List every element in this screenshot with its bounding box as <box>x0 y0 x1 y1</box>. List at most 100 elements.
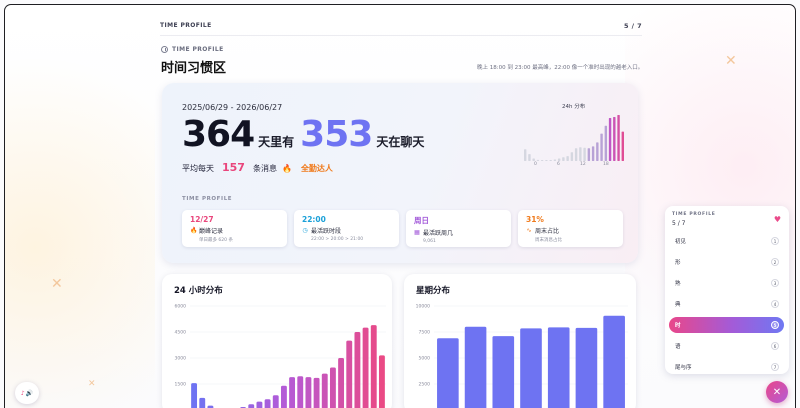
mini-bar <box>591 146 595 161</box>
average-row: 平均每天 157 条消息 🔥 全勤达人 <box>182 161 333 174</box>
section-hint: 晚上 18:00 到 23:00 最高峰，22:00 像一个准时出现的越老入口。 <box>477 65 644 71</box>
heart-icon[interactable]: ♥ <box>774 215 781 224</box>
close-button[interactable]: ✕ <box>766 381 788 403</box>
mini-bar <box>604 125 608 161</box>
chart-bar <box>272 395 279 408</box>
weekday-bar-chart: 025005000750010000周一周二周三周四周五周六周日 <box>416 304 628 408</box>
toc-item[interactable]: 形2 <box>669 254 784 270</box>
stat-card-subtitle: 9,061 <box>423 239 436 244</box>
chart-bar <box>520 328 542 408</box>
toc-item-label: 时 <box>675 323 681 329</box>
clock-icon <box>161 46 168 53</box>
toc-item[interactable]: 时5 <box>669 317 784 333</box>
toc-item[interactable]: 典4 <box>669 296 784 312</box>
music-toggle-button[interactable]: ♪ 🔊 <box>15 382 39 404</box>
stat-card: 12/27 🔥 巅峰记录单日最多 620 条 <box>182 210 287 247</box>
avg-prefix: 平均每天 <box>182 164 214 173</box>
page-counter: 5 / 7 <box>624 21 642 30</box>
music-note-icon: ♪ <box>20 389 25 397</box>
stat-card: 22:00 ◷ 最活跃时段 22:00 > 20:00 > 21:00 <box>294 210 399 247</box>
date-range: 2025/06/29 - 2026/06/27 <box>182 103 283 112</box>
toc-item-number: 4 <box>771 300 779 308</box>
avg-value: 157 <box>222 161 245 174</box>
stat-card-title: 巅峰记录 <box>199 228 224 235</box>
mini-bar <box>557 158 561 161</box>
background-glow-left <box>5 5 155 408</box>
active-days: 353 <box>300 114 373 155</box>
pulse-icon: ∿ <box>526 226 532 234</box>
mini-tick-label: 0 <box>534 162 537 167</box>
chart-bar <box>575 327 598 408</box>
toc-item[interactable]: 初见 1 <box>669 233 784 249</box>
chart-bar <box>289 377 296 408</box>
sparkle-icon: ✕ <box>88 379 96 389</box>
y-tick-label: 4500 <box>175 330 187 336</box>
attendance-badge: 全勤达人 <box>300 164 333 173</box>
calendar-icon: ▦ <box>414 228 420 236</box>
toc-item-label: 语 <box>675 344 681 350</box>
stat-card-value: 周日 <box>414 216 429 225</box>
y-tick-label: 3000 <box>175 356 187 362</box>
total-days: 364 <box>182 114 255 155</box>
toc-item[interactable]: 尾与序 7 <box>669 359 784 375</box>
stat-card-value: 31% <box>526 215 544 224</box>
chart-bar <box>492 336 515 408</box>
y-tick-label: 7500 <box>419 330 431 336</box>
chart-bar <box>346 340 353 408</box>
toc-item[interactable]: 语6 <box>669 338 784 354</box>
mini-bar <box>532 158 535 161</box>
mini-bar <box>536 159 540 161</box>
stat-cards: 12/27 🔥 巅峰记录 单日最多 620 条 22:00 ◷ 最活跃时段 22:00 > 2… <box>182 210 623 247</box>
chart-bar <box>378 355 385 408</box>
mini-bar <box>613 116 616 161</box>
hourly-chart-card: 24 小时分布 01500300045006000012345678910111… <box>162 274 392 408</box>
toc-item-number: 5 <box>771 321 779 329</box>
chart-bar <box>248 404 255 408</box>
chart-bar <box>464 326 487 408</box>
mini-bar <box>553 159 557 161</box>
clock-icon: ◷ <box>302 226 308 234</box>
y-tick-label: 6000 <box>175 304 187 310</box>
mini-bar <box>621 131 624 161</box>
toc-item-number: 6 <box>771 342 779 350</box>
chart-bar <box>191 383 198 408</box>
mini-bar <box>570 152 574 161</box>
fire-icon: 🔥 <box>190 226 198 234</box>
active-days-unit: 天在聊天 <box>376 135 425 149</box>
total-days-unit: 天里有 <box>258 135 295 149</box>
mini-bar <box>574 148 578 161</box>
chart-bar <box>264 399 271 408</box>
stat-card-value: 12/27 <box>190 215 214 224</box>
mini-bar <box>583 147 586 161</box>
y-tick-label: 2500 <box>419 382 431 388</box>
mini-bar <box>579 147 582 161</box>
stat-card-title: 周末占比 <box>535 228 560 235</box>
chart-bar <box>199 397 206 408</box>
toc-item-label: 典 <box>675 302 681 308</box>
close-icon: ✕ <box>772 386 782 398</box>
chart-bar <box>313 377 320 408</box>
toc-item-label: 尾与序 <box>675 365 692 371</box>
chart-bar <box>321 373 328 408</box>
mini-bar <box>608 117 612 161</box>
toc-item-number: 1 <box>771 237 779 245</box>
toc-item-number: 7 <box>771 363 779 371</box>
stat-card-value: 22:00 <box>302 215 326 224</box>
chart-bar <box>437 338 459 408</box>
toc-item-label: 初见 <box>675 239 687 245</box>
hourly-bar-chart: 0150030004500600001234567891011121314151… <box>175 304 386 408</box>
chart-bar <box>354 332 361 408</box>
mini-tick-label: 12 <box>580 162 586 167</box>
stat-card-subtitle: 22:00 > 20:00 > 21:00 <box>311 237 364 242</box>
hero-summary-card: 2025/06/29 - 2026/06/27 364 天里有 353 天在聊天… <box>162 83 638 263</box>
stat-card-subtitle: 单日最多 620 条 <box>199 238 233 243</box>
page-title: 时间习惯区 <box>161 61 227 76</box>
avg-suffix: 条消息 <box>252 164 277 173</box>
weekday-chart-card: 星期分布 025005000750010000周一周二周三周四周五周六周日 <box>404 274 636 408</box>
section-eyebrow: TIME PROFILE <box>161 46 224 53</box>
toc-item[interactable]: 熟3 <box>669 275 784 291</box>
stat-card: 周日 ▦ 最活跃周几 9,061 <box>406 210 511 247</box>
mini-chart-ticks: 0 6 12 18 <box>524 162 624 170</box>
mini-chart-title: 24h 分布 <box>562 104 586 110</box>
chart-bar <box>305 377 312 408</box>
